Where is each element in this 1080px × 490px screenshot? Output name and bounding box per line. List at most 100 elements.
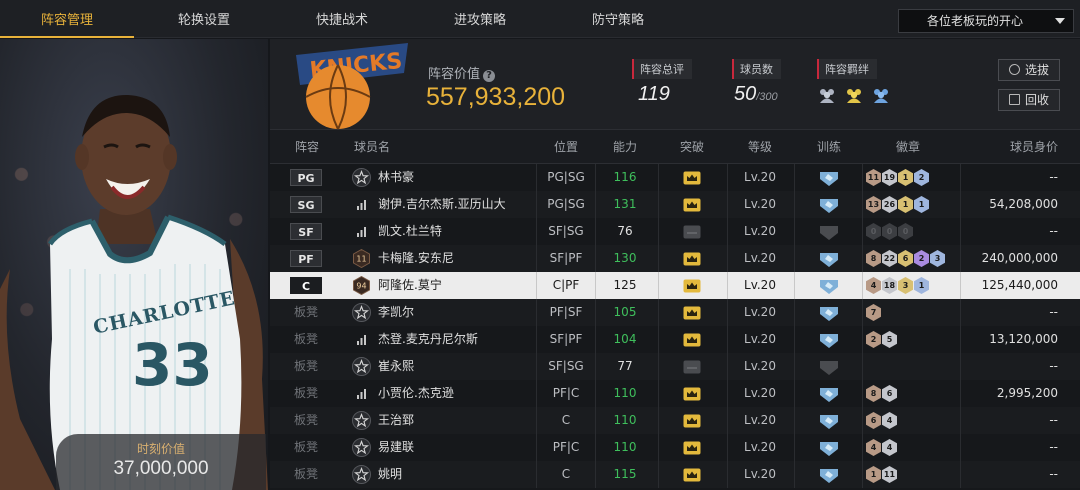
breakthrough-crown-icon[interactable] (683, 198, 701, 212)
training-shield-icon[interactable] (818, 224, 840, 240)
player-name[interactable]: 凯文.杜兰特 (378, 218, 442, 245)
training-shield-icon[interactable] (818, 305, 840, 321)
table-row[interactable]: SF 凯文.杜兰特 SF|SG 76 Lv.20 0 0 0 -- (270, 218, 1080, 245)
table-row[interactable]: 板凳 杰登.麦克丹尼尔斯 SF|PF 104 Lv.20 2 5 13,120,000 (270, 326, 1080, 353)
synergy-icons[interactable] (817, 85, 893, 109)
player-name[interactable]: 李凯尔 (378, 299, 414, 326)
player-name[interactable]: 王治郅 (378, 407, 414, 434)
badge-icon: 0 (898, 223, 913, 240)
lineup-slot-badge: SF (290, 223, 322, 240)
breakthrough-crown-icon[interactable] (683, 360, 701, 374)
breakthrough-crown-icon[interactable] (683, 441, 701, 455)
player-badges[interactable]: 25 (866, 331, 898, 349)
badge-icon: 3 (898, 277, 913, 294)
player-badges[interactable]: 8 22 6 2 3 (866, 250, 946, 268)
col-level[interactable]: 等级 (730, 130, 790, 164)
select-button[interactable]: 选拔 (998, 59, 1060, 81)
breakthrough-crown-icon[interactable] (683, 387, 701, 401)
col-ability[interactable]: 能力 (595, 130, 655, 164)
col-breakthrough[interactable]: 突破 (662, 130, 722, 164)
bench-label: 板凳 (293, 359, 318, 373)
training-shield-icon[interactable] (818, 278, 840, 294)
player-badges[interactable]: 11 19 1 2 (866, 169, 930, 187)
table-row[interactable]: 板凳 王治郅 C 110 Lv.20 6 4 -- (270, 407, 1080, 434)
table-row[interactable]: 板凳 崔永熙 SF|SG 77 Lv.20 -- (270, 353, 1080, 380)
player-ability: 130 (613, 251, 637, 265)
badge-icon: 1 (898, 169, 913, 186)
tab-offense-strategy[interactable]: 进攻策略 (410, 0, 550, 38)
badge-icon: 4 (866, 277, 881, 294)
training-shield-icon[interactable] (818, 359, 840, 375)
table-row[interactable]: PF 11 卡梅隆.安东尼 SF|PF 130 Lv.20 8 22 6 2 3 240,000,00… (270, 245, 1080, 272)
badge-icon: 1 (866, 466, 881, 483)
breakthrough-crown-icon[interactable] (683, 225, 701, 239)
col-position[interactable]: 位置 (536, 130, 596, 164)
player-badges[interactable]: 7 (866, 304, 882, 322)
badge-icon: 2 (866, 331, 881, 348)
player-count-stat: 球员数 50/300 (732, 59, 781, 105)
player-position: PF|SF (549, 305, 583, 319)
training-shield-icon[interactable] (818, 386, 840, 402)
player-name[interactable]: 阿隆佐.莫宁 (378, 272, 442, 299)
player-portrait-image (0, 94, 268, 490)
breakthrough-crown-icon[interactable] (683, 468, 701, 482)
training-shield-icon[interactable] (818, 413, 840, 429)
training-shield-icon[interactable] (818, 467, 840, 483)
player-badges[interactable]: 4 18 3 1 (866, 277, 930, 295)
col-badges[interactable]: 徽章 (878, 130, 938, 164)
table-row[interactable]: C 94 阿隆佐.莫宁 C|PF 125 Lv.20 4 18 3 1 125,440,000 (270, 272, 1080, 299)
breakthrough-crown-icon[interactable] (683, 171, 701, 185)
tab-defense-strategy[interactable]: 防守策略 (550, 0, 686, 38)
training-shield-icon[interactable] (818, 170, 840, 186)
table-row[interactable]: 板凳 易建联 PF|C 110 Lv.20 4 4 -- (270, 434, 1080, 461)
breakthrough-crown-icon[interactable] (683, 279, 701, 293)
table-row[interactable]: 板凳 姚明 C 115 Lv.20 1 11 -- (270, 461, 1080, 488)
training-shield-icon[interactable] (818, 251, 840, 267)
player-ability: 104 (613, 332, 637, 346)
player-name[interactable]: 杰登.麦克丹尼尔斯 (378, 326, 478, 353)
moment-value: 37,000,000 (113, 458, 209, 479)
server-select[interactable]: 各位老板玩的开心 (898, 9, 1074, 33)
player-level: Lv.20 (744, 305, 776, 319)
breakthrough-crown-icon[interactable] (683, 306, 701, 320)
player-name[interactable]: 易建联 (378, 434, 414, 461)
player-badges[interactable]: 86 (866, 385, 898, 403)
player-name[interactable]: 崔永熙 (378, 353, 414, 380)
training-shield-icon[interactable] (818, 440, 840, 456)
training-shield-icon[interactable] (818, 332, 840, 348)
star-rank-icon (352, 438, 371, 457)
player-ability: 76 (617, 224, 633, 238)
badge-icon: 5 (882, 331, 897, 348)
table-row[interactable]: PG 林书豪 PG|SG 116 Lv.20 11 19 1 2 -- (270, 164, 1080, 191)
help-icon[interactable]: ? (483, 70, 496, 82)
player-badges[interactable]: 000 (866, 223, 914, 241)
bench-label: 板凳 (293, 440, 318, 454)
col-training[interactable]: 训练 (799, 130, 859, 164)
player-badges[interactable]: 1 11 (866, 466, 898, 484)
player-badges[interactable]: 44 (866, 439, 898, 457)
player-name[interactable]: 谢伊.吉尔杰斯.亚历山大 (378, 191, 506, 218)
table-row[interactable]: 板凳 小贾伦.杰克逊 PF|C 110 Lv.20 8 6 2,995,200 (270, 380, 1080, 407)
player-name[interactable]: 林书豪 (378, 164, 414, 191)
badge-icon: 11 (866, 169, 881, 186)
tab-quick-tactics[interactable]: 快捷战术 (274, 0, 410, 38)
player-name[interactable]: 小贾伦.杰克逊 (378, 380, 454, 407)
table-row[interactable]: SG 谢伊.吉尔杰斯.亚历山大 PG|SG 131 Lv.20 13 26 1 1 54,208,… (270, 191, 1080, 218)
lineup-slot-badge: PG (290, 169, 322, 186)
tab-rotation-settings[interactable]: 轮换设置 (134, 0, 274, 38)
player-name[interactable]: 姚明 (378, 461, 402, 488)
tab-lineup-management[interactable]: 阵容管理 (0, 0, 134, 38)
player-badges[interactable]: 64 (866, 412, 898, 430)
breakthrough-crown-icon[interactable] (683, 414, 701, 428)
table-row[interactable]: 板凳 李凯尔 PF|SF 105 Lv.20 7 -- (270, 299, 1080, 326)
roster-table: PG 林书豪 PG|SG 116 Lv.20 11 19 1 2 -- SG 谢伊.吉尔杰斯.亚历山大… (270, 164, 1080, 490)
player-name[interactable]: 卡梅隆.安东尼 (378, 245, 454, 272)
player-badges[interactable]: 13 26 1 1 (866, 196, 930, 214)
col-value[interactable]: 球员身价 (960, 130, 1058, 164)
breakthrough-crown-icon[interactable] (683, 252, 701, 266)
badge-icon: 1 (914, 196, 929, 213)
breakthrough-crown-icon[interactable] (683, 333, 701, 347)
recycle-button[interactable]: 回收 (998, 89, 1060, 111)
training-shield-icon[interactable] (818, 197, 840, 213)
player-position: SF|PF (549, 332, 583, 346)
